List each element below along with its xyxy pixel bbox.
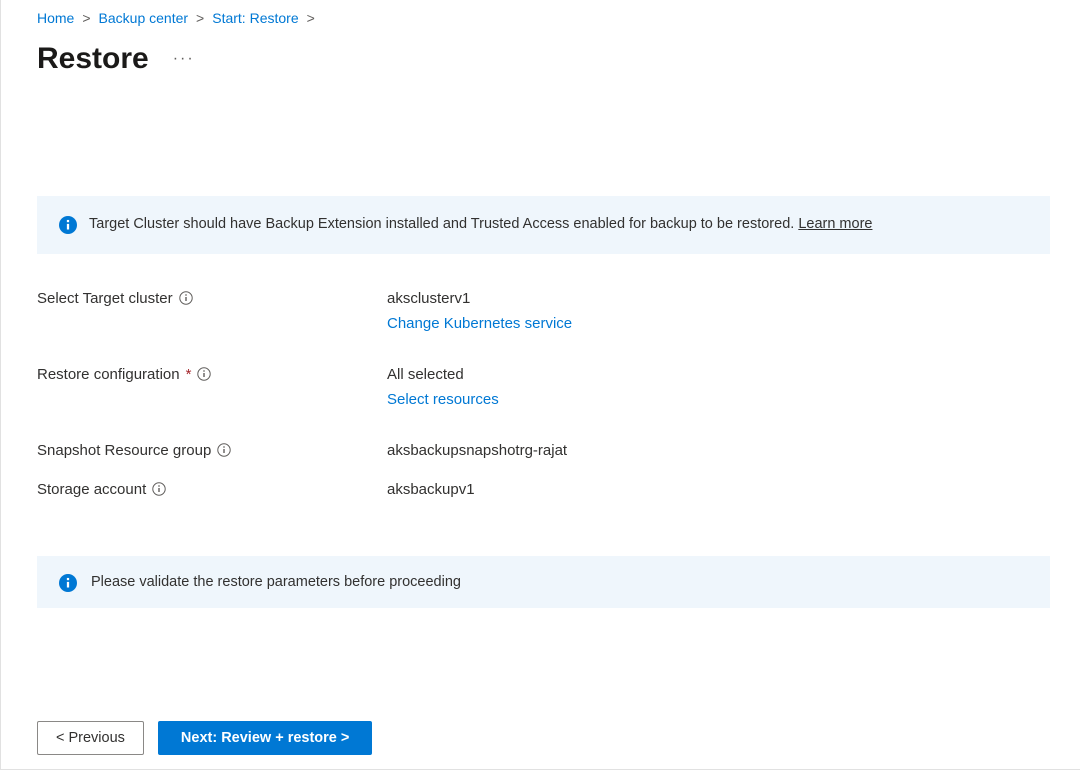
info-banner-text: Target Cluster should have Backup Extens… [89, 214, 872, 236]
breadcrumb: Home > Backup center > Start: Restore > [37, 10, 1050, 26]
info-banner-extension: Target Cluster should have Backup Extens… [37, 196, 1050, 254]
more-actions-button[interactable]: ··· [173, 50, 195, 68]
change-kubernetes-service-link[interactable]: Change Kubernetes service [387, 315, 572, 332]
validate-banner-text: Please validate the restore parameters b… [91, 574, 461, 590]
info-icon[interactable] [179, 291, 193, 305]
wizard-footer: < Previous Next: Review + restore > [37, 721, 372, 755]
info-icon[interactable] [217, 443, 231, 457]
label-storage-account: Storage account [37, 481, 387, 498]
label-snapshot-resource-group: Snapshot Resource group [37, 442, 387, 459]
breadcrumb-home[interactable]: Home [37, 10, 74, 26]
breadcrumb-start-restore[interactable]: Start: Restore [212, 10, 298, 26]
value-storage-account: aksbackupv1 [387, 481, 475, 498]
required-indicator: * [186, 366, 192, 383]
next-review-restore-button[interactable]: Next: Review + restore > [158, 721, 372, 755]
info-icon [59, 216, 77, 234]
label-target-cluster: Select Target cluster [37, 290, 387, 307]
page-title: Restore [37, 42, 149, 76]
previous-button[interactable]: < Previous [37, 721, 144, 755]
info-icon[interactable] [152, 482, 166, 496]
value-restore-configuration: All selected [387, 366, 499, 383]
chevron-right-icon: > [82, 10, 90, 26]
chevron-right-icon: > [196, 10, 204, 26]
info-icon[interactable] [197, 367, 211, 381]
info-icon [59, 574, 77, 592]
select-resources-link[interactable]: Select resources [387, 391, 499, 408]
breadcrumb-backup-center[interactable]: Backup center [99, 10, 189, 26]
learn-more-link[interactable]: Learn more [798, 216, 872, 232]
value-snapshot-resource-group: aksbackupsnapshotrg-rajat [387, 442, 567, 459]
chevron-right-icon: > [307, 10, 315, 26]
value-target-cluster: aksclusterv1 [387, 290, 572, 307]
info-banner-validate: Please validate the restore parameters b… [37, 556, 1050, 608]
label-restore-configuration: Restore configuration * [37, 366, 387, 383]
